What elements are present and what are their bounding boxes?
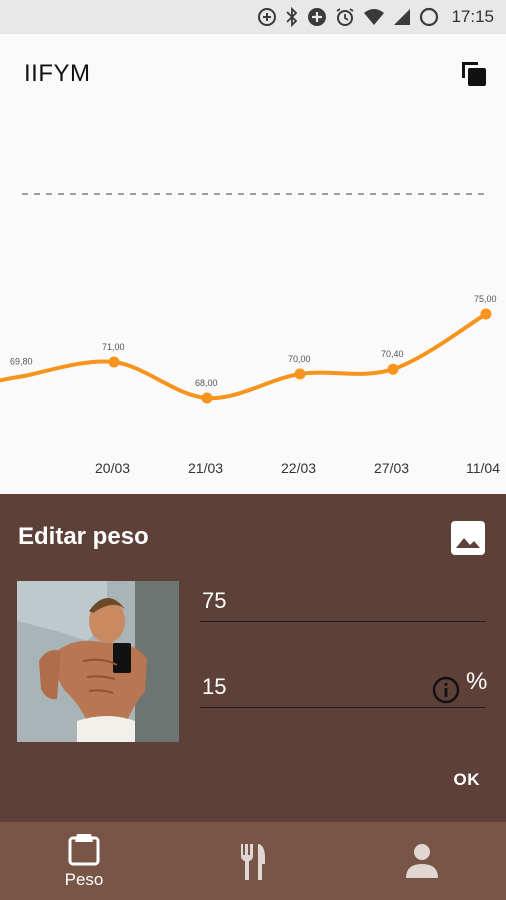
data-label: 71,00 — [102, 342, 125, 352]
copy-icon — [462, 62, 486, 86]
nav-item-peso[interactable]: Peso — [0, 822, 168, 900]
data-point — [108, 356, 120, 368]
status-icons: 17:15 — [257, 0, 494, 34]
data-label: 75,00 — [474, 294, 497, 304]
data-point — [294, 368, 306, 380]
bottom-navigation: Peso — [0, 822, 506, 900]
nav-item-food[interactable] — [169, 822, 337, 900]
weight-chart-svg: 69,80 71,00 68,00 70,00 70,40 75,00 20/03 21/03… — [0, 193, 500, 476]
x-tick-label: 11/04 — [466, 460, 500, 476]
data-point — [387, 363, 399, 375]
status-time: 17:15 — [451, 7, 494, 26]
nav-label-peso: Peso — [64, 870, 104, 889]
restaurant-icon — [241, 844, 265, 880]
data-label: 70,00 — [288, 354, 311, 364]
edit-weight-title: Editar peso — [18, 523, 149, 550]
x-tick-label: 27/03 — [374, 460, 409, 476]
person-icon — [406, 844, 438, 878]
data-point — [201, 392, 213, 404]
app-bar: IIFYM — [0, 34, 506, 114]
weight-series-line — [0, 312, 488, 401]
battery-icon — [420, 7, 439, 27]
add-circle-icon — [308, 8, 327, 26]
data-saver-icon — [258, 8, 277, 26]
scale-icon — [68, 834, 100, 866]
data-label: 68,00 — [195, 378, 218, 388]
copy-button[interactable] — [458, 58, 490, 90]
image-icon — [451, 521, 485, 555]
info-icon — [432, 676, 460, 704]
x-tick-label: 22/03 — [281, 460, 316, 476]
body-fat-value: 15 — [202, 674, 227, 699]
body-fat-unit: % — [466, 668, 488, 695]
data-point — [480, 308, 492, 320]
x-tick-label: 21/03 — [188, 460, 223, 476]
weight-chart: 69,80 71,00 68,00 70,00 70,40 75,00 20/03 21/03… — [0, 114, 506, 494]
nav-item-profile[interactable] — [338, 822, 506, 900]
x-tick-label: 20/03 — [95, 460, 130, 476]
alarm-icon — [336, 8, 354, 26]
profile-photo[interactable] — [17, 581, 179, 742]
bluetooth-icon — [286, 7, 298, 27]
profile-photo-image — [17, 581, 179, 742]
ok-button[interactable]: OK — [454, 770, 481, 790]
wifi-icon — [364, 9, 385, 25]
data-label: 69,80 — [10, 356, 33, 366]
image-button[interactable] — [450, 520, 486, 556]
app-title: IIFYM — [24, 60, 91, 87]
data-label: 70,40 — [381, 349, 404, 359]
signal-icon — [394, 9, 411, 25]
weight-value: 75 — [202, 588, 227, 613]
edit-weight-panel: Editar peso 75 15 % OK — [0, 494, 506, 822]
weight-field[interactable]: 75 — [200, 584, 486, 622]
info-button[interactable] — [432, 676, 460, 704]
status-bar: 17:15 — [0, 0, 506, 34]
